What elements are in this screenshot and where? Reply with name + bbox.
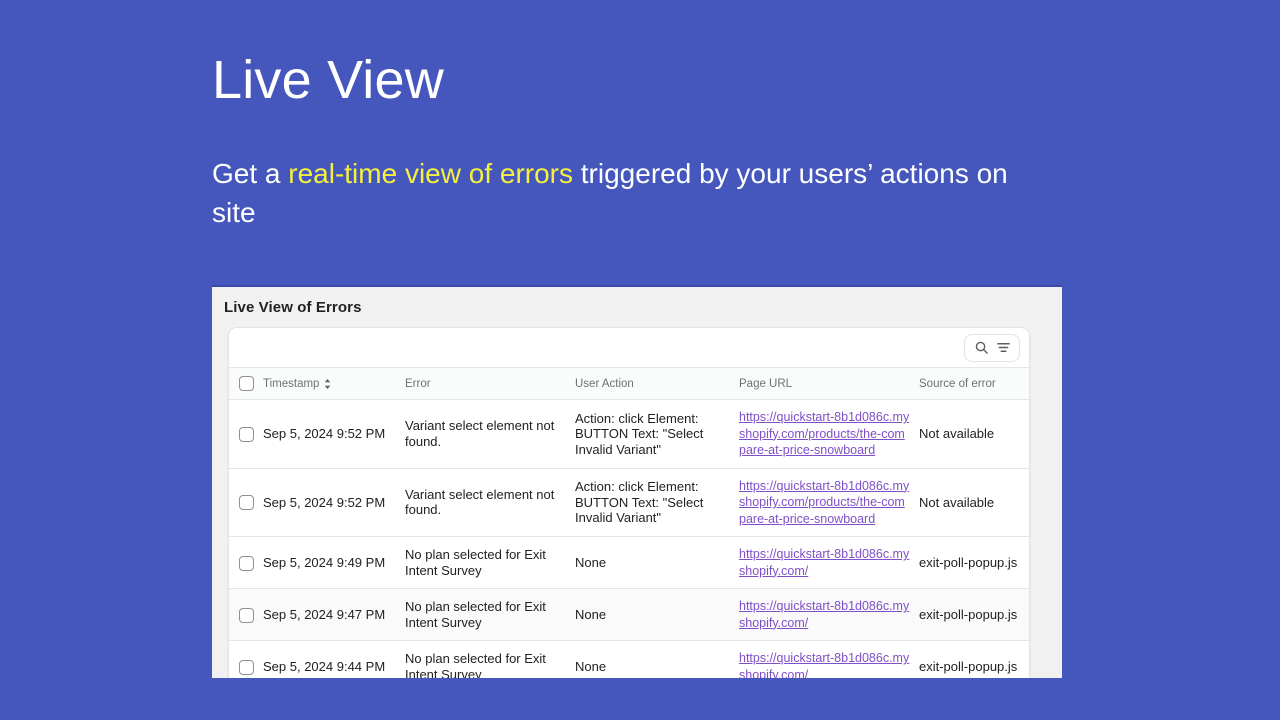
cell-error: No plan selected for Exit Intent Survey [405, 536, 575, 589]
cell-source: Not available [919, 399, 1029, 469]
hero-subtitle-part1: Get a [212, 158, 289, 189]
cell-source: exit-poll-popup.js [919, 536, 1029, 589]
cell-timestamp: Sep 5, 2024 9:44 PM [263, 640, 405, 678]
cell-timestamp: Sep 5, 2024 9:52 PM [263, 399, 405, 469]
row-checkbox[interactable] [239, 495, 254, 511]
cell-page-url: https://quickstart-8b1d086c.myshopify.co… [739, 468, 919, 537]
cell-source: exit-poll-popup.js [919, 588, 1029, 641]
cell-page-url: https://quickstart-8b1d086c.myshopify.co… [739, 399, 919, 469]
cell-user-action: Action: click Element: BUTTON Text: "Sel… [575, 399, 739, 469]
cell-page-url: https://quickstart-8b1d086c.myshopify.co… [739, 640, 919, 678]
errors-table: Timestamp Error User Action Page URL Sou… [229, 368, 1029, 678]
row-select-cell [229, 640, 263, 678]
row-checkbox[interactable] [239, 659, 254, 675]
hero-subtitle: Get a real-time view of errors triggered… [212, 154, 1042, 232]
column-header-page-url: Page URL [739, 368, 919, 400]
card-title: Live View of Errors [224, 299, 362, 316]
row-checkbox[interactable] [239, 607, 254, 623]
column-header-error: Error [405, 368, 575, 400]
cell-user-action: None [575, 588, 739, 641]
table-row[interactable]: Sep 5, 2024 9:49 PM No plan selected for… [229, 536, 1029, 589]
row-select-cell [229, 536, 263, 589]
live-view-card: Live View of Errors Timestamp Error User… [212, 285, 1062, 678]
row-select-cell [229, 399, 263, 469]
cell-user-action: None [575, 640, 739, 678]
table-row[interactable]: Sep 5, 2024 9:52 PM Variant select eleme… [229, 468, 1029, 537]
cell-error: No plan selected for Exit Intent Survey [405, 588, 575, 641]
page-url-link[interactable]: https://quickstart-8b1d086c.myshopify.co… [739, 598, 911, 631]
row-select-cell [229, 588, 263, 641]
cell-error: Variant select element not found. [405, 468, 575, 537]
table-row[interactable]: Sep 5, 2024 9:44 PM No plan selected for… [229, 640, 1029, 678]
errors-table-panel: Timestamp Error User Action Page URL Sou… [228, 327, 1030, 678]
table-row[interactable]: Sep 5, 2024 9:47 PM No plan selected for… [229, 588, 1029, 641]
column-header-timestamp-label: Timestamp [263, 377, 320, 390]
table-row[interactable]: Sep 5, 2024 9:52 PM Variant select eleme… [229, 399, 1029, 469]
page-title: Live View [212, 50, 444, 110]
timestamp-sort-control[interactable]: Timestamp [263, 378, 332, 390]
cell-source: Not available [919, 468, 1029, 537]
page-url-link[interactable]: https://quickstart-8b1d086c.myshopify.co… [739, 650, 911, 678]
hero-section: Live View Get a real-time view of errors… [212, 48, 1052, 232]
column-header-source: Source of error [919, 368, 1029, 400]
table-header-row: Timestamp Error User Action Page URL Sou… [229, 368, 1029, 400]
select-all-checkbox[interactable] [239, 376, 254, 391]
cell-error: Variant select element not found. [405, 399, 575, 469]
column-header-user-action: User Action [575, 368, 739, 400]
table-body: Sep 5, 2024 9:52 PM Variant select eleme… [229, 399, 1029, 678]
cell-timestamp: Sep 5, 2024 9:47 PM [263, 588, 405, 641]
row-checkbox[interactable] [239, 426, 254, 442]
cell-user-action: Action: click Element: BUTTON Text: "Sel… [575, 468, 739, 537]
table-toolbar [229, 328, 1029, 368]
search-icon[interactable] [971, 338, 991, 358]
cell-timestamp: Sep 5, 2024 9:52 PM [263, 468, 405, 537]
row-select-cell [229, 468, 263, 537]
page-url-link[interactable]: https://quickstart-8b1d086c.myshopify.co… [739, 546, 911, 579]
page-url-link[interactable]: https://quickstart-8b1d086c.myshopify.co… [739, 478, 911, 528]
cell-user-action: None [575, 536, 739, 589]
hero-subtitle-highlight: real-time view of errors [288, 158, 573, 189]
column-header-timestamp[interactable]: Timestamp [263, 368, 405, 400]
cell-source: exit-poll-popup.js [919, 640, 1029, 678]
sort-arrows-icon [325, 378, 331, 389]
cell-page-url: https://quickstart-8b1d086c.myshopify.co… [739, 588, 919, 641]
cell-timestamp: Sep 5, 2024 9:49 PM [263, 536, 405, 589]
page-url-link[interactable]: https://quickstart-8b1d086c.myshopify.co… [739, 409, 911, 459]
toolbar-icon-group [964, 333, 1020, 362]
select-all-header [229, 368, 263, 400]
cell-page-url: https://quickstart-8b1d086c.myshopify.co… [739, 536, 919, 589]
row-checkbox[interactable] [239, 555, 254, 571]
filter-icon[interactable] [993, 338, 1013, 358]
cell-error: No plan selected for Exit Intent Survey [405, 640, 575, 678]
